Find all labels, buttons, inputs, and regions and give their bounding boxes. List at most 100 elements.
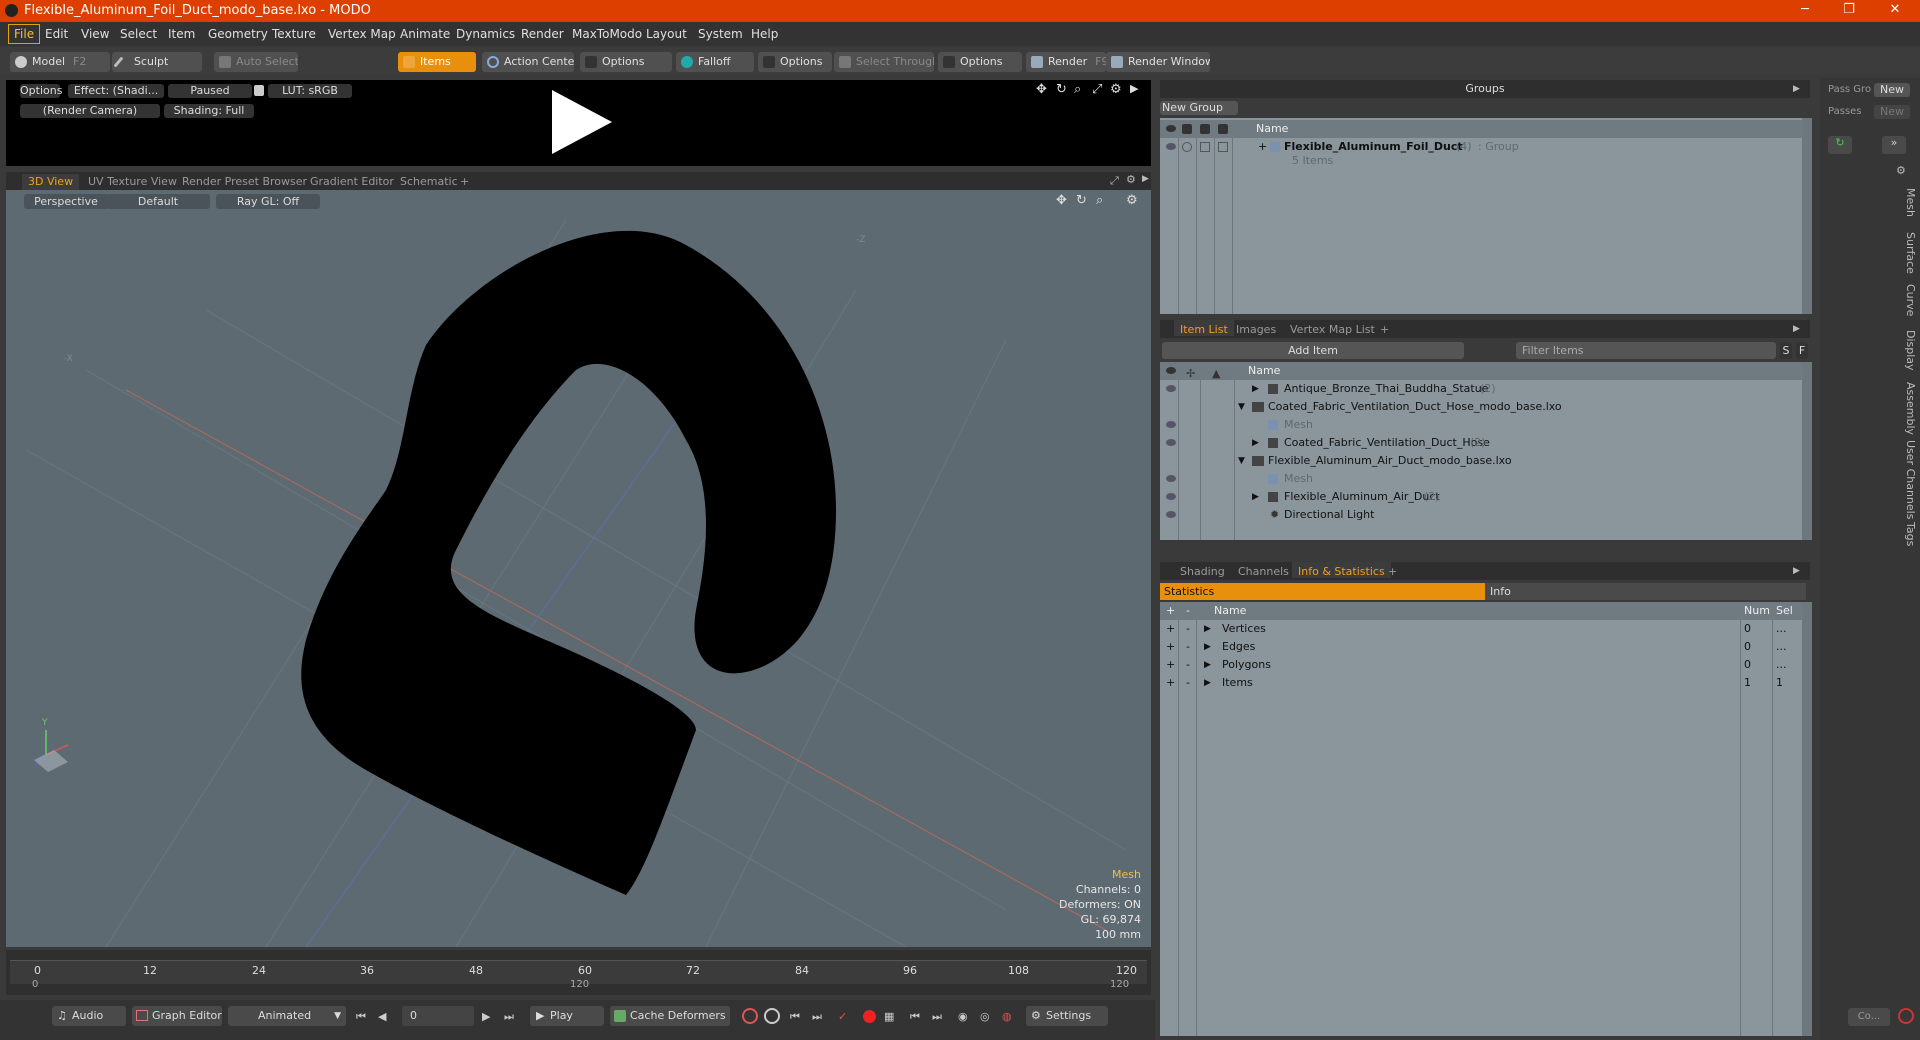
eye-icon[interactable] <box>1166 493 1176 500</box>
raygl-dropdown[interactable]: Ray GL: Off <box>216 194 320 209</box>
list-item[interactable]: Mesh <box>1160 470 1802 488</box>
sculpt-mode-button[interactable]: Sculpt <box>112 52 202 72</box>
effect-dropdown[interactable]: Effect: (Shadi... <box>68 84 164 98</box>
filter-items-input[interactable]: Filter Items <box>1516 342 1776 359</box>
maximize-view-icon[interactable]: ⤢ <box>1092 82 1102 97</box>
forward-icon[interactable]: » <box>1882 136 1906 154</box>
menu-help[interactable]: Help <box>748 26 781 42</box>
arrow-right-icon[interactable]: ▶ <box>1793 562 1800 580</box>
menu-select[interactable]: Select <box>117 26 160 42</box>
move-view-icon[interactable]: ✥ <box>1056 193 1067 208</box>
expand-arrow-icon[interactable]: ▶ <box>1204 638 1211 656</box>
side-tab-tags[interactable]: Tags <box>1897 522 1917 546</box>
expand-arrow-icon[interactable]: ▶ <box>1204 674 1211 692</box>
stat-sel[interactable]: ... <box>1776 656 1787 674</box>
eye-icon[interactable] <box>1166 125 1176 132</box>
expand-icon[interactable]: + <box>1166 620 1175 638</box>
select-through-options-button[interactable]: Options <box>938 52 1022 72</box>
list-item[interactable]: ✹ Directional Light <box>1160 506 1802 524</box>
collapse-icon[interactable]: - <box>1186 674 1190 692</box>
menu-file[interactable]: File <box>8 24 41 44</box>
render-toggle-icon[interactable] <box>1182 142 1192 152</box>
tab-shading[interactable]: Shading <box>1174 562 1231 578</box>
graph-editor-button[interactable]: Graph Editor <box>132 1006 222 1026</box>
stop-icon[interactable] <box>1898 1008 1914 1024</box>
new-pass-button[interactable]: New <box>1874 105 1910 119</box>
list-item[interactable]: ▶ Coated_Fabric_Ventilation_Duct_Hose (2… <box>1160 434 1802 452</box>
falloff-button[interactable]: Falloff <box>676 52 754 72</box>
side-tab-user-channels[interactable]: User Channels <box>1897 440 1917 519</box>
expand-icon[interactable]: + <box>1166 674 1175 692</box>
close-button[interactable]: ✕ <box>1872 0 1918 22</box>
items-mode-button[interactable]: Items <box>398 52 476 72</box>
scrollbar[interactable] <box>1802 118 1812 314</box>
expand-arrow-icon[interactable]: ▶ <box>1204 656 1211 674</box>
add-tab-button[interactable]: + <box>1382 562 1403 578</box>
prev-frame-icon[interactable]: ◀ <box>378 1010 386 1023</box>
frame-input[interactable]: 0 <box>402 1006 474 1026</box>
list-item[interactable]: ▼ Flexible_Aluminum_Air_Duct_modo_base.l… <box>1160 452 1802 470</box>
3d-viewport[interactable]: Y -Z -X Perspective Default Ray GL: Off … <box>6 190 1151 947</box>
lock-icon[interactable] <box>254 85 264 96</box>
move-view-icon[interactable]: ✥ <box>1036 82 1047 97</box>
scrollbar[interactable] <box>1802 602 1812 1036</box>
new-group-button[interactable]: New Group <box>1160 101 1238 115</box>
channel-record-icon[interactable]: ◎ <box>980 1010 990 1023</box>
record-icon[interactable] <box>863 1010 876 1023</box>
side-tab-assembly[interactable]: Assembly <box>1897 382 1917 435</box>
next-frame-icon[interactable]: ▶ <box>482 1010 490 1023</box>
render-window-button[interactable]: Render Window <box>1106 52 1210 72</box>
next-marker-icon[interactable]: ⏭ <box>932 1010 942 1024</box>
tab-uv-texture-view[interactable]: UV Texture View <box>82 174 183 190</box>
paused-button[interactable]: Paused <box>168 84 252 98</box>
refresh-icon[interactable]: ↻ <box>1828 136 1852 154</box>
s-toggle[interactable]: S <box>1780 342 1792 359</box>
co-button[interactable]: Co... <box>1848 1008 1890 1026</box>
arrow-right-icon[interactable]: ▶ <box>1130 82 1138 95</box>
auto-key-icon[interactable] <box>764 1008 780 1024</box>
menu-texture[interactable]: Texture <box>269 26 319 42</box>
animated-dropdown[interactable]: Animated ▼ <box>228 1006 346 1026</box>
gear-icon[interactable]: ⚙ <box>1110 82 1122 97</box>
tab-info-statistics[interactable]: Info & Statistics <box>1292 562 1391 578</box>
record-key-icon[interactable] <box>742 1008 758 1024</box>
collapse-icon[interactable]: - <box>1186 638 1190 656</box>
collapse-all-icon[interactable]: - <box>1186 602 1190 620</box>
tab-3d-view[interactable]: 3D View <box>22 174 80 190</box>
menu-maxtomodo[interactable]: MaxToModo <box>569 26 645 42</box>
eye-icon[interactable] <box>1166 511 1176 518</box>
new-pass-group-button[interactable]: New <box>1874 83 1910 97</box>
shading-dropdown[interactable]: Shading: Full <box>164 104 254 118</box>
arrow-right-icon[interactable]: ▶ <box>1142 174 1149 184</box>
side-tab-surface[interactable]: Surface <box>1897 232 1917 274</box>
eye-icon[interactable] <box>1166 439 1176 446</box>
rotate-view-icon[interactable]: ↻ <box>1056 82 1067 97</box>
list-item[interactable]: Mesh <box>1160 416 1802 434</box>
auto-select-button[interactable]: Auto Select <box>214 52 298 72</box>
falloff-options-button[interactable]: Options <box>758 52 832 72</box>
select-toggle-icon[interactable] <box>1218 142 1228 152</box>
lock-toggle-icon[interactable] <box>1200 142 1210 152</box>
select-toggle-icon[interactable] <box>1218 124 1228 134</box>
render-button[interactable]: Render F9 <box>1026 52 1106 72</box>
expand-arrow-icon[interactable]: ▶ <box>1252 380 1259 398</box>
key-check-icon[interactable]: ✓ <box>838 1010 847 1023</box>
preview-options-button[interactable]: Options <box>20 84 62 98</box>
menu-render[interactable]: Render <box>518 26 567 42</box>
menu-edit[interactable]: Edit <box>42 26 71 42</box>
expand-arrow-icon[interactable]: ▶ <box>1204 620 1211 638</box>
default-dropdown[interactable]: Default <box>106 194 210 209</box>
select-through-button[interactable]: Select Through <box>834 52 934 72</box>
menu-system[interactable]: System <box>695 26 746 42</box>
eye-icon[interactable] <box>1166 475 1176 482</box>
collapse-icon[interactable]: - <box>1186 620 1190 638</box>
lock-icon[interactable] <box>1200 124 1210 134</box>
expand-icon[interactable]: ⤢ <box>1110 174 1119 188</box>
expand-arrow-icon[interactable]: ▶ <box>1252 488 1259 506</box>
channel-delete-icon[interactable]: ◍ <box>1002 1010 1012 1023</box>
list-item[interactable]: ▶ Antique_Bronze_Thai_Buddha_Statue (2) <box>1160 380 1802 398</box>
side-tab-display[interactable]: Display <box>1897 330 1917 371</box>
f-toggle[interactable]: F <box>1796 342 1808 359</box>
lut-dropdown[interactable]: LUT: sRGB <box>268 84 352 98</box>
stat-sel[interactable]: ... <box>1776 638 1787 656</box>
